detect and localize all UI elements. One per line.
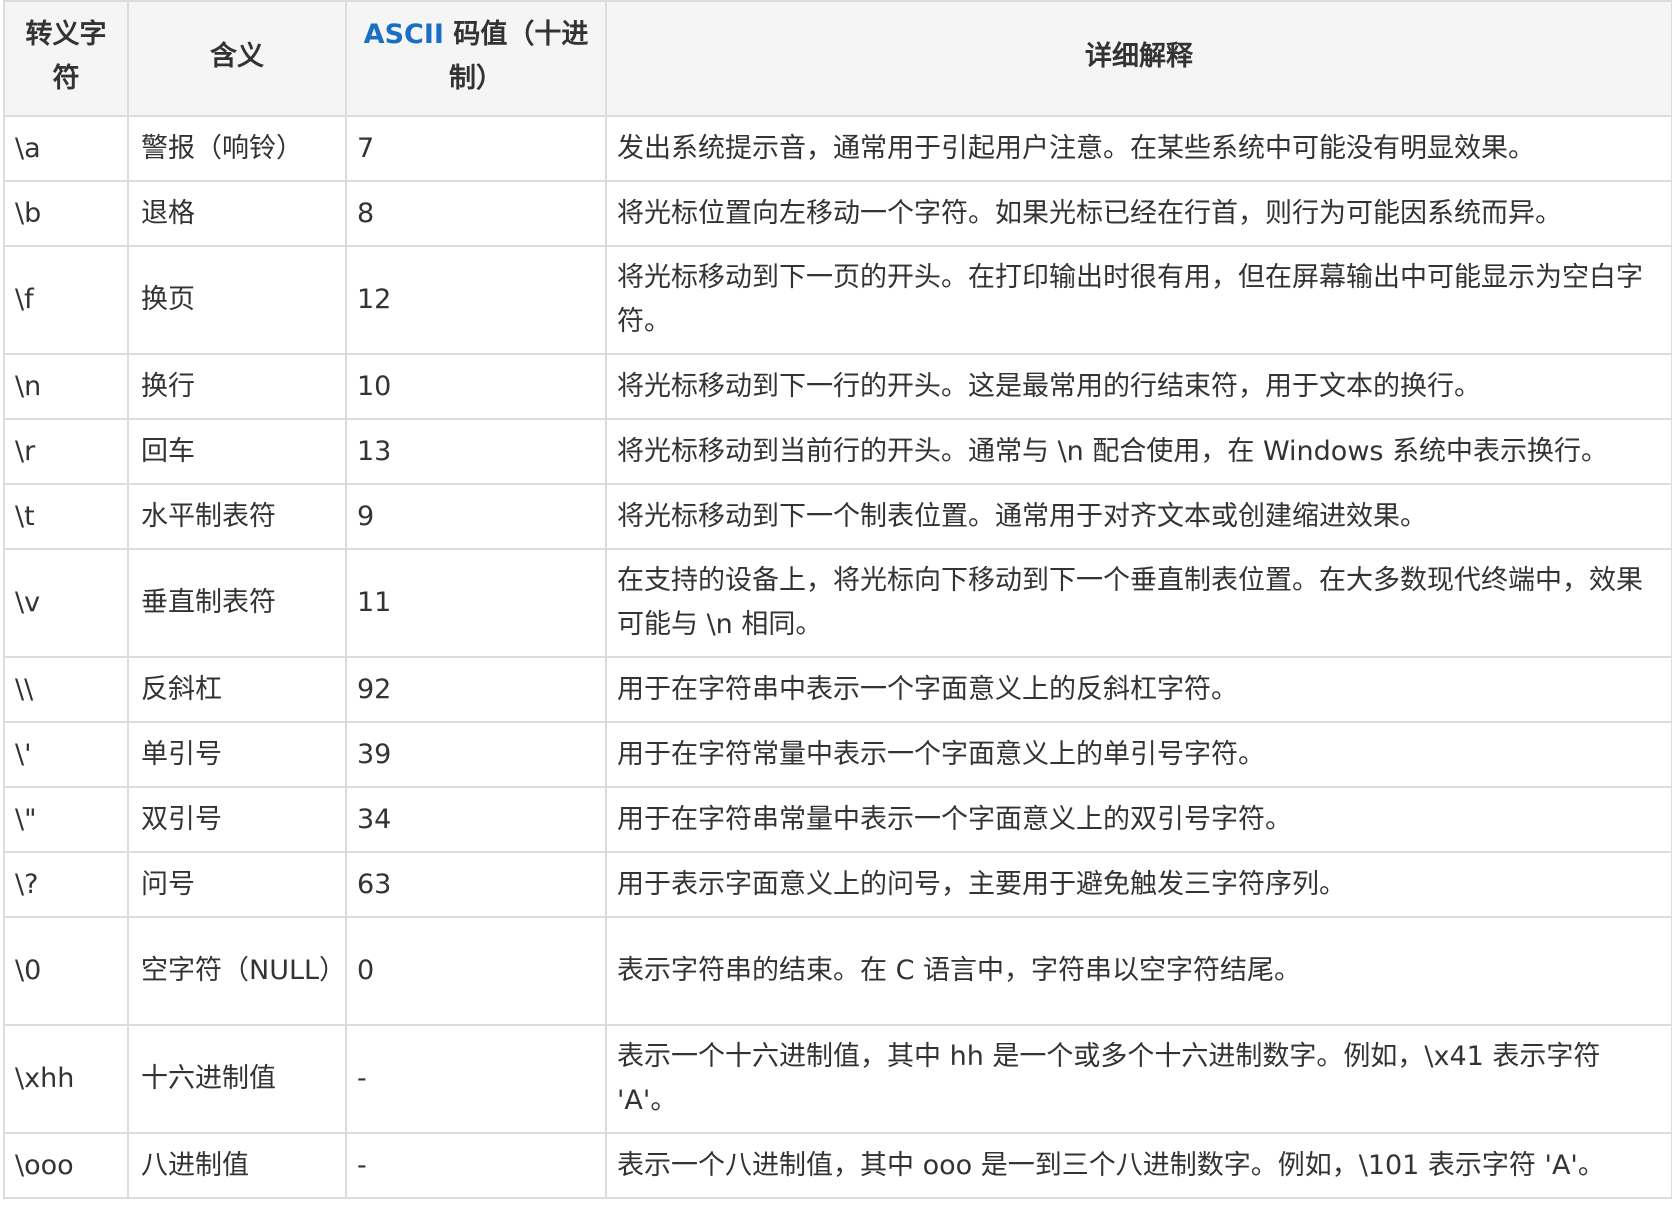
cell-code: 13 <box>345 418 607 485</box>
cell-code: 0 <box>345 916 607 1026</box>
cell-escape: \' <box>3 721 129 788</box>
cell-detail: 将光标移动到下一个制表位置。通常用于对齐文本或创建缩进效果。 <box>605 483 1672 550</box>
header-ascii-rest: 码值（十进制） <box>443 18 589 94</box>
cell-escape: \f <box>3 245 129 355</box>
table-row: \r 回车 13 将光标移动到当前行的开头。通常与 \n 配合使用，在 Wind… <box>3 418 1672 485</box>
cell-detail: 将光标移动到下一行的开头。这是最常用的行结束符，用于文本的换行。 <box>605 353 1672 420</box>
cell-meaning: 警报（响铃） <box>127 115 347 182</box>
cell-code: 10 <box>345 353 607 420</box>
cell-detail: 将光标移动到当前行的开头。通常与 \n 配合使用，在 Windows 系统中表示… <box>605 418 1672 485</box>
cell-code: 12 <box>345 245 607 355</box>
table-row: \0 空字符（NULL） 0 表示字符串的结束。在 C 语言中，字符串以空字符结… <box>3 916 1672 1026</box>
cell-code: 63 <box>345 851 607 918</box>
cell-detail: 将光标移动到下一页的开头。在打印输出时很有用，但在屏幕输出中可能显示为空白字符。 <box>605 245 1672 355</box>
cell-meaning: 单引号 <box>127 721 347 788</box>
cell-detail: 将光标位置向左移动一个字符。如果光标已经在行首，则行为可能因系统而异。 <box>605 180 1672 247</box>
cell-escape: \? <box>3 851 129 918</box>
cell-escape: \\ <box>3 656 129 723</box>
cell-detail: 在支持的设备上，将光标向下移动到下一个垂直制表位置。在大多数现代终端中，效果可能… <box>605 548 1672 658</box>
table-row: \' 单引号 39 用于在字符常量中表示一个字面意义上的单引号字符。 <box>3 721 1672 788</box>
cell-meaning: 换页 <box>127 245 347 355</box>
cell-detail: 发出系统提示音，通常用于引起用户注意。在某些系统中可能没有明显效果。 <box>605 115 1672 182</box>
cell-detail: 表示一个十六进制值，其中 hh 是一个或多个十六进制数字。例如，\x41 表示字… <box>605 1024 1672 1134</box>
cell-meaning: 问号 <box>127 851 347 918</box>
table-row: \ooo 八进制值 - 表示一个八进制值，其中 ooo 是一到三个八进制数字。例… <box>3 1132 1672 1199</box>
cell-code: 39 <box>345 721 607 788</box>
cell-escape: \a <box>3 115 129 182</box>
cell-meaning: 回车 <box>127 418 347 485</box>
cell-escape: \r <box>3 418 129 485</box>
cell-escape: \v <box>3 548 129 658</box>
cell-escape: \t <box>3 483 129 550</box>
escape-sequence-table: 转义字符 含义 ASCII 码值（十进制） 详细解释 \a 警报（响铃） 7 发… <box>3 0 1672 1199</box>
cell-code: - <box>345 1132 607 1199</box>
cell-code: 9 <box>345 483 607 550</box>
table-row: \" 双引号 34 用于在字符串常量中表示一个字面意义上的双引号字符。 <box>3 786 1672 853</box>
cell-escape: \0 <box>3 916 129 1026</box>
cell-meaning: 退格 <box>127 180 347 247</box>
cell-detail: 表示一个八进制值，其中 ooo 是一到三个八进制数字。例如，\101 表示字符 … <box>605 1132 1672 1199</box>
table-row: \f 换页 12 将光标移动到下一页的开头。在打印输出时很有用，但在屏幕输出中可… <box>3 245 1672 355</box>
cell-code: 8 <box>345 180 607 247</box>
table-row: \? 问号 63 用于表示字面意义上的问号，主要用于避免触发三字符序列。 <box>3 851 1672 918</box>
cell-detail: 用于表示字面意义上的问号，主要用于避免触发三字符序列。 <box>605 851 1672 918</box>
cell-escape: \n <box>3 353 129 420</box>
header-ascii: ASCII 码值（十进制） <box>345 0 607 117</box>
cell-detail: 表示字符串的结束。在 C 语言中，字符串以空字符结尾。 <box>605 916 1672 1026</box>
cell-code: 92 <box>345 656 607 723</box>
cell-escape: \xhh <box>3 1024 129 1134</box>
header-meaning: 含义 <box>127 0 347 117</box>
table-row: \xhh 十六进制值 - 表示一个十六进制值，其中 hh 是一个或多个十六进制数… <box>3 1024 1672 1134</box>
table-row: \n 换行 10 将光标移动到下一行的开头。这是最常用的行结束符，用于文本的换行… <box>3 353 1672 420</box>
cell-code: 11 <box>345 548 607 658</box>
cell-code: 7 <box>345 115 607 182</box>
cell-escape: \ooo <box>3 1132 129 1199</box>
cell-meaning: 八进制值 <box>127 1132 347 1199</box>
cell-meaning: 反斜杠 <box>127 656 347 723</box>
cell-detail: 用于在字符串中表示一个字面意义上的反斜杠字符。 <box>605 656 1672 723</box>
cell-meaning: 双引号 <box>127 786 347 853</box>
cell-detail: 用于在字符串常量中表示一个字面意义上的双引号字符。 <box>605 786 1672 853</box>
table-row: \\ 反斜杠 92 用于在字符串中表示一个字面意义上的反斜杠字符。 <box>3 656 1672 723</box>
cell-detail: 用于在字符常量中表示一个字面意义上的单引号字符。 <box>605 721 1672 788</box>
table-row: \b 退格 8 将光标位置向左移动一个字符。如果光标已经在行首，则行为可能因系统… <box>3 180 1672 247</box>
header-ascii-accent: ASCII <box>363 18 444 50</box>
header-detail: 详细解释 <box>605 0 1672 117</box>
table-header-row: 转义字符 含义 ASCII 码值（十进制） 详细解释 <box>3 0 1672 117</box>
cell-meaning: 垂直制表符 <box>127 548 347 658</box>
header-escape: 转义字符 <box>3 0 129 117</box>
table-row: \a 警报（响铃） 7 发出系统提示音，通常用于引起用户注意。在某些系统中可能没… <box>3 115 1672 182</box>
cell-escape: \" <box>3 786 129 853</box>
cell-meaning: 空字符（NULL） <box>127 916 347 1026</box>
cell-meaning: 换行 <box>127 353 347 420</box>
cell-meaning: 水平制表符 <box>127 483 347 550</box>
cell-meaning: 十六进制值 <box>127 1024 347 1134</box>
cell-code: - <box>345 1024 607 1134</box>
cell-escape: \b <box>3 180 129 247</box>
table-row: \v 垂直制表符 11 在支持的设备上，将光标向下移动到下一个垂直制表位置。在大… <box>3 548 1672 658</box>
cell-code: 34 <box>345 786 607 853</box>
table-row: \t 水平制表符 9 将光标移动到下一个制表位置。通常用于对齐文本或创建缩进效果… <box>3 483 1672 550</box>
